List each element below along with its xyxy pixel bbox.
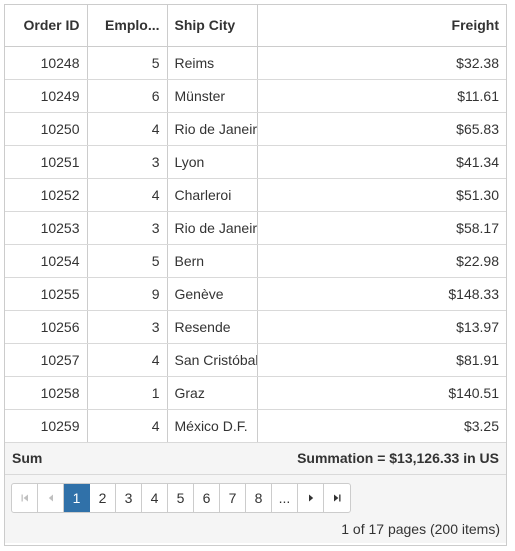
more-pages-button[interactable]: ...	[272, 483, 298, 512]
cell-freight[interactable]: $58.17	[257, 211, 506, 245]
table-row[interactable]: 10250 4 Rio de Janeiro $65.83	[5, 112, 506, 146]
cell-order-id[interactable]: 10253	[5, 211, 88, 245]
cell-order-id[interactable]: 10254	[5, 244, 88, 278]
table-row[interactable]: 10259 4 México D.F. $3.25	[5, 409, 506, 443]
cell-freight[interactable]: $65.83	[257, 112, 506, 146]
cell-order-id[interactable]: 10248	[5, 46, 88, 80]
page-button-3[interactable]: 3	[116, 483, 142, 512]
table-row[interactable]: 10249 6 Münster $11.61	[5, 79, 506, 113]
cell-employee[interactable]: 4	[87, 343, 168, 377]
first-page-button[interactable]	[12, 483, 38, 512]
page-button-1[interactable]: 1	[64, 483, 90, 512]
cell-ship-city[interactable]: Rio de Janeiro	[167, 112, 258, 146]
page-button-4[interactable]: 4	[142, 483, 168, 512]
cell-freight[interactable]: $32.38	[257, 46, 506, 80]
pager-area: 1 2 3 4 5 6 7 8 ... 1 of 17 pages (200 i…	[5, 474, 506, 543]
cell-order-id[interactable]: 10259	[5, 409, 88, 443]
page-button-5[interactable]: 5	[168, 483, 194, 512]
table-row[interactable]: 10253 3 Rio de Janeiro $58.17	[5, 211, 506, 245]
cell-freight[interactable]: $13.97	[257, 310, 506, 344]
cell-order-id[interactable]: 10257	[5, 343, 88, 377]
cell-employee[interactable]: 3	[87, 310, 168, 344]
page-button-6[interactable]: 6	[194, 483, 220, 512]
cell-employee[interactable]: 9	[87, 277, 168, 311]
cell-employee[interactable]: 3	[87, 211, 168, 245]
cell-ship-city[interactable]: Resende	[167, 310, 258, 344]
cell-order-id[interactable]: 10252	[5, 178, 88, 212]
cell-freight[interactable]: $3.25	[257, 409, 506, 443]
cell-order-id[interactable]: 10258	[5, 376, 88, 410]
last-page-icon	[334, 494, 341, 501]
cell-freight[interactable]: $51.30	[257, 178, 506, 212]
page-button-2[interactable]: 2	[90, 483, 116, 512]
table-row[interactable]: 10255 9 Genève $148.33	[5, 277, 506, 311]
cell-order-id[interactable]: 10256	[5, 310, 88, 344]
prev-page-button[interactable]	[38, 483, 64, 512]
cell-employee[interactable]: 6	[87, 79, 168, 113]
cell-ship-city[interactable]: Charleroi	[167, 178, 258, 212]
table-row[interactable]: 10248 5 Reims $32.38	[5, 46, 506, 80]
cell-ship-city[interactable]: Genève	[167, 277, 258, 311]
table-row[interactable]: 10251 3 Lyon $41.34	[5, 145, 506, 179]
cell-freight[interactable]: $140.51	[257, 376, 506, 410]
cell-ship-city[interactable]: San Cristóbal	[167, 343, 258, 377]
footer-summation: Summation = $13,126.33 in US	[297, 450, 499, 466]
cell-ship-city[interactable]: Bern	[167, 244, 258, 278]
summary-footer: Sum Summation = $13,126.33 in US	[5, 442, 506, 475]
cell-freight[interactable]: $81.91	[257, 343, 506, 377]
header-freight[interactable]: Freight	[257, 5, 506, 47]
header-ship-city[interactable]: Ship City	[167, 5, 258, 47]
pager-info: 1 of 17 pages (200 items)	[341, 520, 500, 537]
table-row[interactable]: 10254 5 Bern $22.98	[5, 244, 506, 278]
cell-order-id[interactable]: 10249	[5, 79, 88, 113]
next-page-button[interactable]	[298, 483, 324, 512]
header-order-id[interactable]: Order ID	[5, 5, 88, 47]
page-button-7[interactable]: 7	[220, 483, 246, 512]
cell-freight[interactable]: $148.33	[257, 277, 506, 311]
cell-order-id[interactable]: 10251	[5, 145, 88, 179]
cell-freight[interactable]: $11.61	[257, 79, 506, 113]
cell-employee[interactable]: 5	[87, 46, 168, 80]
page-button-8[interactable]: 8	[246, 483, 272, 512]
grid-table: Order ID Emplo... Ship City Freight 1024…	[5, 5, 506, 443]
cell-order-id[interactable]: 10250	[5, 112, 88, 146]
chevron-left-icon	[48, 494, 53, 501]
cell-ship-city[interactable]: Münster	[167, 79, 258, 113]
table-row[interactable]: 10256 3 Resende $13.97	[5, 310, 506, 344]
cell-ship-city[interactable]: Lyon	[167, 145, 258, 179]
grid-header: Order ID Emplo... Ship City Freight	[5, 5, 506, 47]
grid-body: 10248 5 Reims $32.38 10249 6 Münster $11.61 10…	[5, 46, 506, 443]
cell-employee[interactable]: 4	[87, 409, 168, 443]
first-page-icon	[21, 494, 28, 501]
cell-employee[interactable]: 4	[87, 178, 168, 212]
pager: 1 2 3 4 5 6 7 8 ...	[11, 482, 351, 513]
cell-freight[interactable]: $41.34	[257, 145, 506, 179]
cell-employee[interactable]: 3	[87, 145, 168, 179]
cell-ship-city[interactable]: México D.F.	[167, 409, 258, 443]
last-page-button[interactable]	[324, 484, 350, 512]
footer-sum-label: Sum	[12, 450, 43, 466]
table-row[interactable]: 10258 1 Graz $140.51	[5, 376, 506, 410]
cell-employee[interactable]: 4	[87, 112, 168, 146]
cell-ship-city[interactable]: Reims	[167, 46, 258, 80]
table-row[interactable]: 10257 4 San Cristóbal $81.91	[5, 343, 506, 377]
cell-freight[interactable]: $22.98	[257, 244, 506, 278]
data-grid: Order ID Emplo... Ship City Freight 1024…	[4, 4, 507, 546]
cell-employee[interactable]: 5	[87, 244, 168, 278]
table-row[interactable]: 10252 4 Charleroi $51.30	[5, 178, 506, 212]
cell-order-id[interactable]: 10255	[5, 277, 88, 311]
cell-ship-city[interactable]: Rio de Janeiro	[167, 211, 258, 245]
chevron-right-icon	[308, 494, 313, 501]
cell-ship-city[interactable]: Graz	[167, 376, 258, 410]
cell-employee[interactable]: 1	[87, 376, 168, 410]
header-employee[interactable]: Emplo...	[87, 5, 168, 47]
